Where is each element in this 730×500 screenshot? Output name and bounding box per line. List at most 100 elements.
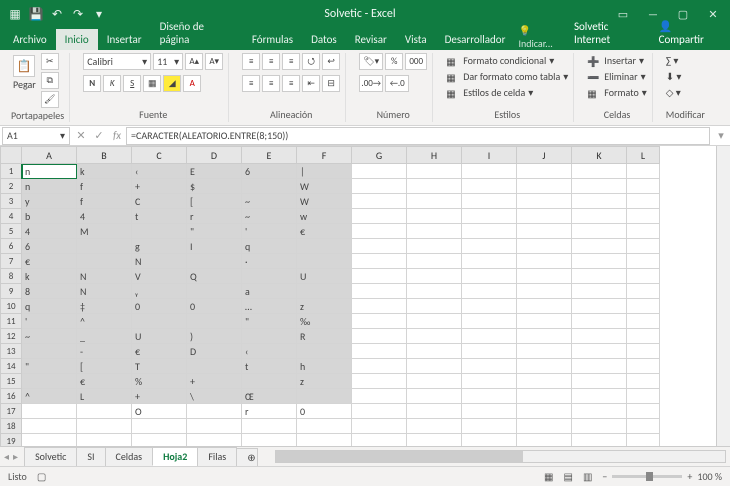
column-header[interactable]: C xyxy=(132,146,187,164)
cell[interactable] xyxy=(242,269,297,284)
cell[interactable] xyxy=(572,344,627,359)
format-cells-button[interactable]: ▦Formato ▾ xyxy=(587,85,646,100)
cell[interactable] xyxy=(627,239,660,254)
cell[interactable] xyxy=(462,404,517,419)
cell[interactable] xyxy=(627,329,660,344)
copy-icon[interactable]: ⧉ xyxy=(41,72,59,89)
cell[interactable] xyxy=(517,299,572,314)
cell[interactable] xyxy=(407,389,462,404)
column-header[interactable]: B xyxy=(77,146,132,164)
align-right-icon[interactable]: ≡ xyxy=(282,75,300,92)
cell[interactable]: C xyxy=(132,194,187,209)
tab-desarrollador[interactable]: Desarrollador xyxy=(436,29,515,50)
cell[interactable] xyxy=(352,164,407,179)
cell[interactable]: $ xyxy=(187,179,242,194)
view-layout-icon[interactable]: ▤ xyxy=(564,470,573,483)
cell[interactable] xyxy=(627,314,660,329)
sheet-nav-next-icon[interactable]: ▸ xyxy=(13,450,18,463)
cell[interactable] xyxy=(462,254,517,269)
cell[interactable] xyxy=(242,434,297,446)
row-header[interactable]: 8 xyxy=(0,269,22,284)
cell[interactable]: q xyxy=(22,299,77,314)
cell[interactable]: _ xyxy=(77,329,132,344)
cell[interactable] xyxy=(407,239,462,254)
cell[interactable] xyxy=(627,164,660,179)
cell[interactable]: 6 xyxy=(22,239,77,254)
cell[interactable] xyxy=(77,434,132,446)
cell[interactable] xyxy=(407,299,462,314)
cell[interactable] xyxy=(627,374,660,389)
cell[interactable]: … xyxy=(242,299,297,314)
conditional-format-button[interactable]: ▦Formato condicional ▾ xyxy=(446,53,554,68)
cell[interactable]: - xyxy=(77,344,132,359)
row-header[interactable]: 3 xyxy=(0,194,22,209)
cell[interactable]: r xyxy=(242,404,297,419)
worksheet-grid[interactable]: ABCDEFGHIJKL 1nk‹E6|2nf+$W3yfC[~W4b4tr~w… xyxy=(0,146,730,446)
column-header[interactable]: G xyxy=(352,146,407,164)
cell[interactable] xyxy=(187,359,242,374)
tell-me[interactable]: 💡 Indicar... xyxy=(518,24,566,50)
cell[interactable] xyxy=(77,419,132,434)
cell[interactable]: g xyxy=(132,239,187,254)
cell[interactable]: w xyxy=(297,209,352,224)
cell[interactable] xyxy=(407,164,462,179)
cell[interactable]: ~ xyxy=(242,194,297,209)
cell[interactable]: N xyxy=(77,269,132,284)
cell[interactable]: % xyxy=(132,374,187,389)
cell[interactable] xyxy=(352,284,407,299)
cell[interactable] xyxy=(132,419,187,434)
cell[interactable] xyxy=(517,404,572,419)
column-header[interactable]: H xyxy=(407,146,462,164)
cell[interactable] xyxy=(627,389,660,404)
cell[interactable] xyxy=(572,404,627,419)
new-sheet-button[interactable]: ⊕ xyxy=(236,448,258,466)
row-header[interactable]: 6 xyxy=(0,239,22,254)
cell[interactable]: 8 xyxy=(22,284,77,299)
row-header[interactable]: 7 xyxy=(0,254,22,269)
cell[interactable]: € xyxy=(22,254,77,269)
cell[interactable] xyxy=(407,194,462,209)
cell[interactable] xyxy=(572,179,627,194)
cell[interactable] xyxy=(352,299,407,314)
cell[interactable] xyxy=(462,299,517,314)
tab-file[interactable]: Archivo xyxy=(4,29,56,50)
cell[interactable] xyxy=(242,419,297,434)
wrap-text-icon[interactable]: ↩ xyxy=(322,53,340,70)
cell[interactable] xyxy=(572,359,627,374)
cell[interactable] xyxy=(517,419,572,434)
cell[interactable] xyxy=(627,299,660,314)
cell[interactable]: € xyxy=(77,374,132,389)
cell[interactable] xyxy=(572,434,627,446)
cell[interactable] xyxy=(517,434,572,446)
decrease-font-icon[interactable]: A▾ xyxy=(205,53,223,70)
minimize-icon[interactable]: — xyxy=(642,8,664,21)
cell[interactable]: k xyxy=(22,269,77,284)
cell[interactable] xyxy=(462,164,517,179)
cell[interactable] xyxy=(627,434,660,446)
cell[interactable]: · xyxy=(242,254,297,269)
cell[interactable] xyxy=(407,374,462,389)
tab-insertar[interactable]: Insertar xyxy=(98,29,151,50)
save-icon[interactable]: 💾 xyxy=(27,5,45,23)
cell[interactable]: L xyxy=(77,389,132,404)
cell[interactable] xyxy=(77,254,132,269)
row-header[interactable]: 2 xyxy=(0,179,22,194)
row-header[interactable]: 9 xyxy=(0,284,22,299)
cell[interactable]: € xyxy=(132,344,187,359)
cell[interactable] xyxy=(627,254,660,269)
cell[interactable] xyxy=(627,359,660,374)
cell[interactable]: z xyxy=(297,299,352,314)
cell[interactable] xyxy=(572,254,627,269)
cell[interactable]: U xyxy=(297,269,352,284)
cell[interactable] xyxy=(187,284,242,299)
cell[interactable] xyxy=(462,194,517,209)
cell[interactable] xyxy=(517,209,572,224)
format-table-button[interactable]: ▦Dar formato como tabla ▾ xyxy=(446,69,568,84)
cell[interactable]: Q xyxy=(187,269,242,284)
cell[interactable]: q xyxy=(242,239,297,254)
sheet-tab[interactable]: Filas xyxy=(197,447,237,466)
cell[interactable]: W xyxy=(297,194,352,209)
cell[interactable] xyxy=(132,314,187,329)
cell[interactable]: W xyxy=(297,179,352,194)
cell[interactable] xyxy=(22,419,77,434)
